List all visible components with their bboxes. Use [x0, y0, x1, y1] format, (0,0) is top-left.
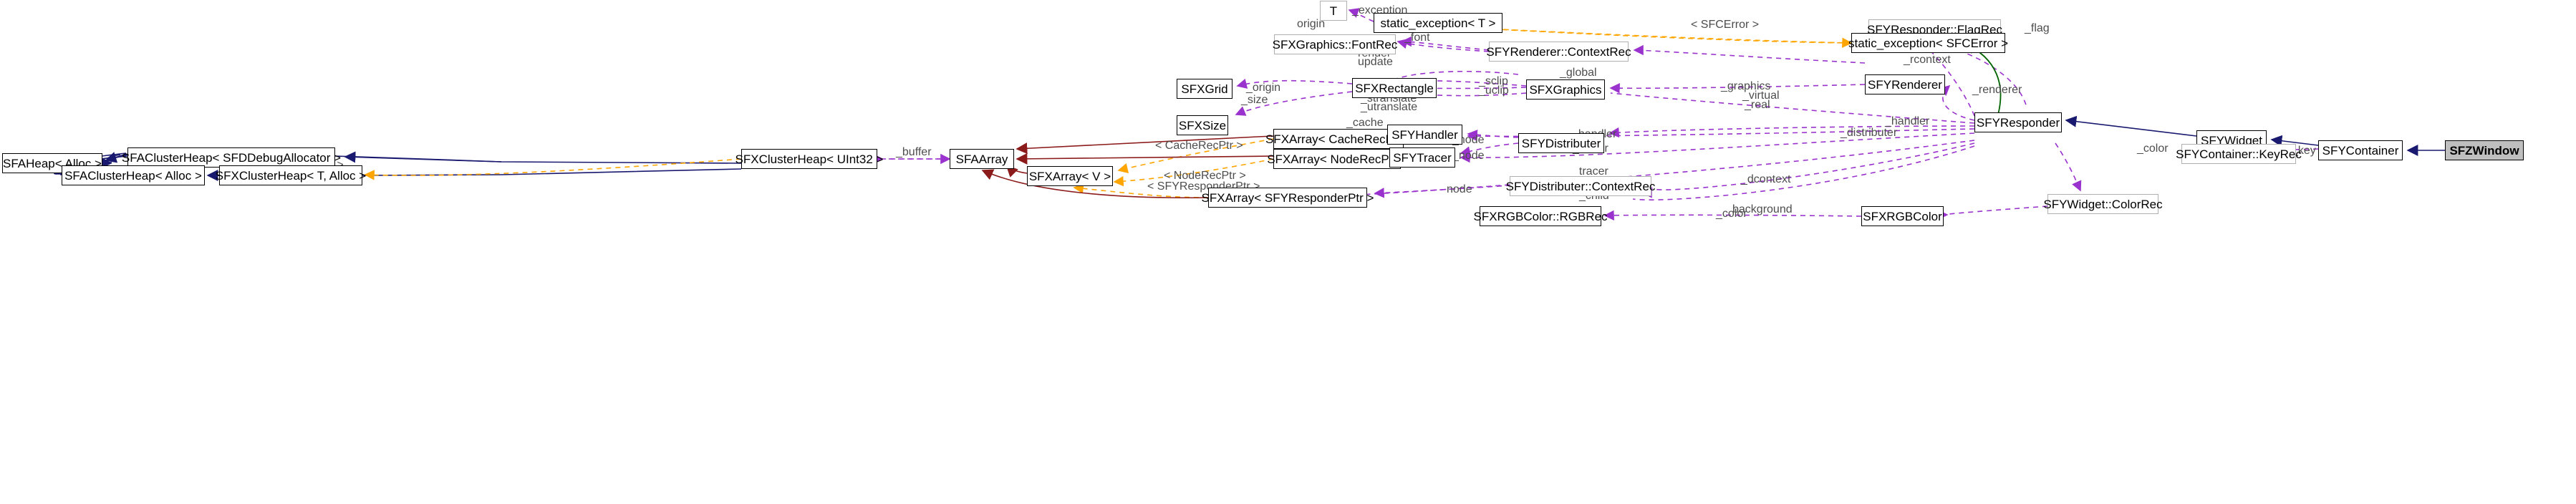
class-node-sfxarray-node[interactable]: SFXArray< NodeRecPtr > [1267, 149, 1407, 169]
class-node-sfyhandler[interactable]: SFYHandler [1387, 125, 1462, 145]
class-node-sfxgrid[interactable]: SFXGrid [1177, 79, 1232, 99]
edge-label: node [1447, 183, 1472, 195]
class-node-sfxgraphics[interactable]: SFXGraphics [1526, 79, 1605, 100]
edge-label: _node [1452, 150, 1485, 162]
edge-label: _size [1241, 94, 1268, 106]
edge-label: _color [1716, 208, 1747, 220]
class-node-sfxarray-resp[interactable]: SFXArray< SFYResponderPtr > [1202, 188, 1374, 208]
edge-label: _rcontext [1904, 54, 1951, 66]
class-node-T[interactable]: T [1320, 1, 1347, 21]
edge-label: _real [1745, 99, 1770, 111]
edge-label: _flag [2025, 22, 2050, 34]
class-node-sfyresponder[interactable]: SFYResponder [1974, 112, 2062, 132]
class-node-sfaclusterheap-alloc[interactable]: SFAClusterHeap< Alloc > [62, 165, 205, 185]
class-node-keyrec[interactable]: SFYContainer::KeyRec [2176, 144, 2302, 164]
class-node-sfxrect[interactable]: SFXRectangle [1352, 78, 1437, 98]
edge-label: _uclip [1479, 84, 1509, 97]
edge-label: update [1358, 56, 1393, 68]
edge-label: _cache [1346, 117, 1384, 129]
class-node-static-exception-T[interactable]: static_exception< T > [1374, 13, 1502, 33]
edge-label: < CacheRecPtr > [1155, 140, 1243, 152]
edge-layer [54, 8, 2445, 220]
edge-label: _distributer [1841, 127, 1898, 139]
class-node-sfycontainer[interactable]: SFYContainer [2318, 140, 2403, 160]
class-node-sfyrenderer[interactable]: SFYRenderer [1865, 74, 1945, 94]
edge-label: _color [2137, 142, 2169, 155]
class-node-sfydistributer[interactable]: SFYDistributer [1518, 133, 1604, 153]
class-node-sfytracer[interactable]: SFYTracer [1389, 147, 1455, 168]
class-node-sfxclusterheap-u32[interactable]: SFXClusterHeap< UInt32 > [735, 149, 883, 169]
edge-label: _utranslate [1361, 101, 1418, 113]
class-node-sfaclusterheap-dbg[interactable]: SFAClusterHeap< SFDDebugAllocator > [122, 147, 341, 168]
edge-label: _renderer [1972, 84, 2022, 96]
edge-label: _buffer [896, 146, 932, 158]
class-node-rgbrec[interactable]: SFXRGBColor::RGBRec [1473, 206, 1608, 226]
collaboration-diagram: Tstatic_exception< T > SFYResponder::Flag… [0, 0, 2576, 504]
class-node-static-exception-sfc[interactable]: static_exception< SFCError > [1848, 33, 2008, 53]
class-node-sfaarray[interactable]: SFAArray [950, 149, 1014, 169]
edge-label: _origin [1246, 82, 1281, 94]
class-node-fontrec[interactable]: SFXGraphics::FontRec [1273, 34, 1397, 54]
edge-label: _global [1560, 67, 1597, 79]
class-node-sfzwindow[interactable]: SFZWindow [2445, 140, 2524, 160]
class-node-sfxsize[interactable]: SFXSize [1177, 115, 1228, 135]
edge-label: _dcontext [1741, 173, 1791, 185]
edge-label: _font [1404, 32, 1430, 44]
class-node-distributerctx[interactable]: SFYDistributer::ContextRec [1506, 176, 1655, 196]
class-node-rendererctx[interactable]: SFYRenderer::ContextRec [1486, 42, 1631, 62]
class-node-widgetcolorrec[interactable]: SFYWidget::ColorRec [2043, 194, 2163, 214]
class-node-sfxclusterheap-talloc[interactable]: SFXClusterHeap< T, Alloc > [216, 165, 366, 185]
class-node-sfxarray-cache[interactable]: SFXArray< CacheRecPtr > [1265, 129, 1412, 149]
class-node-sfxarray-v[interactable]: SFXArray< V > [1027, 166, 1113, 186]
edge-label: < SFCError > [1691, 19, 1760, 31]
class-node-sfxrgbcolor[interactable]: SFXRGBColor [1861, 206, 1944, 226]
